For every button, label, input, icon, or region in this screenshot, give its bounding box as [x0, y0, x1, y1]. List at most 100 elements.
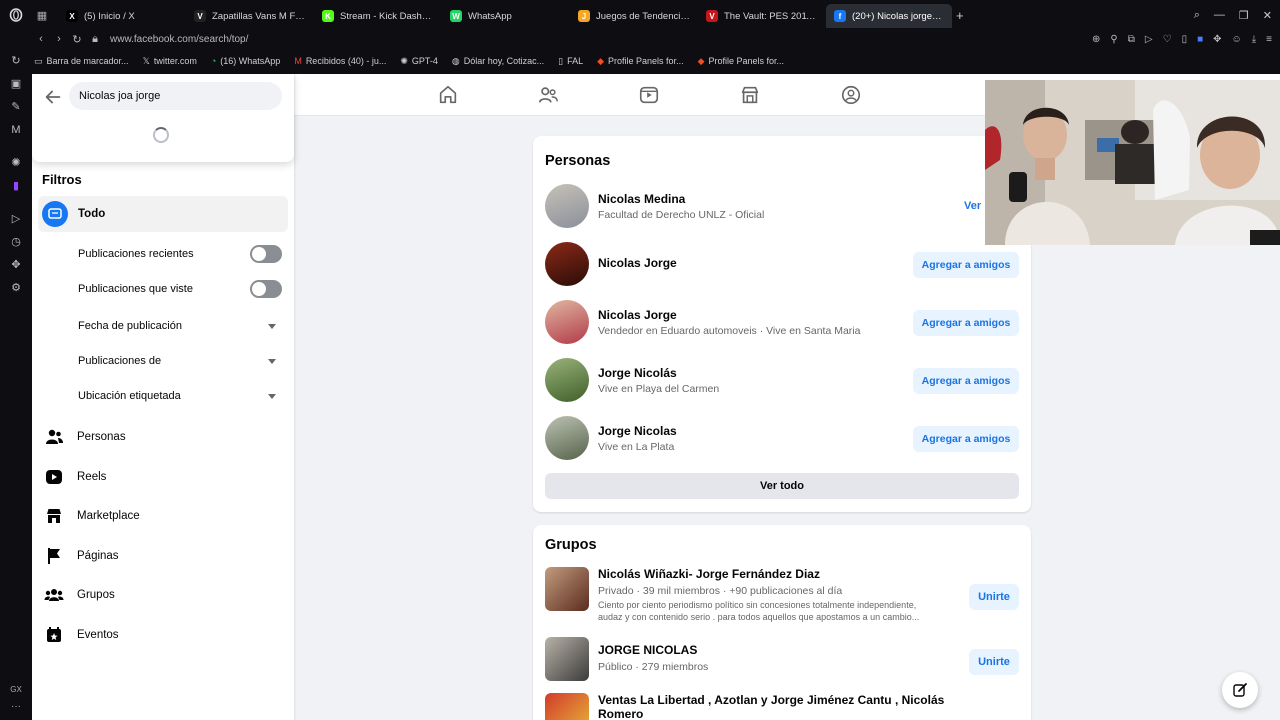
person-name[interactable]: Nicolas Jorge — [598, 308, 677, 322]
category-reels[interactable]: Reels — [44, 463, 284, 491]
person-name[interactable]: Jorge Nicolas — [598, 424, 677, 438]
person-result[interactable]: Nicolas Medina Facultad de Derecho UNLZ -… — [545, 184, 1019, 232]
watch-icon[interactable] — [638, 84, 660, 106]
group-name[interactable]: Nicolás Wiñazki- Jorge Fernández Diaz — [598, 567, 958, 581]
dropdown-posts-from[interactable]: Publicaciones de — [78, 350, 282, 372]
url-field[interactable]: www.facebook.com/search/top/ — [110, 34, 248, 45]
category-people[interactable]: Personas — [44, 423, 284, 451]
dropdown-date[interactable]: Fecha de publicación — [78, 315, 282, 337]
group-thumbnail[interactable] — [545, 637, 589, 681]
settings-icon[interactable]: ⚙ — [9, 281, 23, 295]
browser-tab[interactable]: f (20+) Nicolas jorge - Resu — [826, 4, 952, 28]
clock-icon[interactable]: ◷ — [9, 235, 23, 249]
opera-gx-logo-icon[interactable] — [0, 0, 32, 30]
bookmark-item[interactable]: ◆ Profile Panels for... — [698, 56, 784, 67]
add-friend-button[interactable]: Agregar a amigos — [913, 426, 1019, 452]
join-group-button[interactable]: Unirte — [969, 584, 1019, 610]
toggle-seen-posts[interactable]: Publicaciones que viste — [78, 278, 282, 300]
minimize-icon[interactable]: — — [1214, 9, 1225, 21]
gmail-rail-icon[interactable]: M — [9, 123, 23, 137]
join-group-button[interactable]: Unirte — [969, 649, 1019, 675]
bookmark-item[interactable]: M Recibidos (40) - ju... — [294, 56, 386, 66]
browser-tab[interactable]: V Zapatillas Vans M FILMOR — [186, 4, 314, 28]
see-all-button[interactable]: Ver todo — [545, 473, 1019, 499]
avatar[interactable] — [545, 184, 589, 228]
group-thumbnail[interactable] — [545, 567, 589, 611]
bookmark-item[interactable]: ▭ Barra de marcador... — [34, 56, 129, 67]
bookmark-item[interactable]: ◍ Dólar hoy, Cotizac... — [452, 56, 544, 67]
dropdown-tagged-location[interactable]: Ubicación etiquetada — [78, 385, 282, 407]
person-result[interactable]: Jorge Nicolás Vive en Playa del Carmen Agr… — [545, 358, 1019, 406]
battery-icon[interactable]: ▯ — [1182, 34, 1188, 45]
new-tab-button[interactable]: + — [956, 8, 964, 23]
category-pages[interactable]: Páginas — [44, 542, 284, 570]
add-friend-button[interactable]: Agregar a amigos — [913, 310, 1019, 336]
search-tabs-icon[interactable]: ⌕ — [1194, 9, 1200, 22]
person-result[interactable]: Jorge Nicolas Vive en La Plata Agregar a a… — [545, 416, 1019, 464]
group-result[interactable]: Nicolás Wiñazki- Jorge Fernández Diaz Pri… — [545, 567, 1019, 627]
play-icon[interactable]: ▷ — [1145, 34, 1153, 45]
browser-tab[interactable]: K Stream - Kick Dashboard — [314, 4, 442, 28]
extensions-rail-icon[interactable]: ✥ — [9, 258, 23, 272]
toggle-recent-posts[interactable]: Publicaciones recientes — [78, 243, 282, 265]
browser-tab[interactable]: J Juegos de Tendencia Pop — [570, 4, 698, 28]
category-groups[interactable]: Grupos — [44, 581, 284, 609]
snapshot-icon[interactable]: ⧉ — [1128, 34, 1135, 45]
person-name[interactable]: Nicolas Jorge — [598, 256, 677, 270]
toggle-switch[interactable] — [250, 245, 282, 263]
search-input[interactable]: Nicolas joa jorge — [69, 82, 282, 110]
history-icon[interactable]: ↻ — [9, 54, 23, 68]
person-name[interactable]: Nicolas Medina — [598, 192, 685, 206]
profile-avatar[interactable]: ☺ — [1232, 34, 1242, 45]
bookmark-item[interactable]: 𝕏twitter.com — [143, 56, 197, 67]
extension-blue-icon[interactable]: ■ — [1197, 34, 1203, 45]
home-icon[interactable] — [437, 84, 459, 106]
puzzle-icon[interactable]: ✥ — [1213, 34, 1221, 45]
restore-icon[interactable]: ❐ — [1239, 9, 1249, 22]
bookmark-item[interactable]: ▯ FAL — [558, 56, 583, 67]
person-result[interactable]: Nicolas Jorge Vendedor en Eduardo automov… — [545, 300, 1019, 348]
bookmark-item[interactable]: ◆ Profile Panels for... — [597, 56, 683, 67]
browser-tab[interactable]: X (5) Inicio / X — [58, 4, 186, 28]
person-name[interactable]: Jorge Nicolás — [598, 366, 677, 380]
back-arrow-icon[interactable] — [42, 86, 64, 108]
browser-tab[interactable]: W WhatsApp — [442, 4, 570, 28]
avatar[interactable] — [545, 242, 589, 286]
download-icon[interactable]: ⤓ — [1252, 34, 1256, 45]
forward-icon[interactable]: › — [50, 33, 68, 45]
add-friend-button[interactable]: Agregar a amigos — [913, 252, 1019, 278]
gaming-icon[interactable] — [840, 84, 862, 106]
browser-tab[interactable]: V The Vault: PES 2011: Pro E — [698, 4, 826, 28]
twitch-icon[interactable]: ▮ — [9, 179, 23, 193]
marketplace-icon[interactable] — [739, 84, 761, 106]
group-thumbnail[interactable] — [545, 693, 589, 720]
group-name[interactable]: Ventas La Libertad , Azotlan y Jorge Jim… — [598, 693, 958, 720]
avatar[interactable] — [545, 358, 589, 402]
chatgpt-rail-icon[interactable]: ✺ — [9, 156, 23, 170]
pin-icon[interactable]: ⚲ — [1110, 34, 1117, 45]
add-friend-button[interactable]: Agregar a amigos — [913, 368, 1019, 394]
person-result[interactable]: Nicolas Jorge Agregar a amigos — [545, 242, 1019, 290]
reload-icon[interactable]: ↻ — [68, 33, 86, 46]
avatar[interactable] — [545, 416, 589, 460]
toggle-switch[interactable] — [250, 280, 282, 298]
heart-icon[interactable]: ♡ — [1163, 34, 1172, 45]
group-result[interactable]: Ventas La Libertad , Azotlan y Jorge Jim… — [545, 693, 1019, 720]
pen-icon[interactable]: ✎ — [9, 100, 23, 114]
new-message-button[interactable] — [1222, 672, 1258, 708]
avatar[interactable] — [545, 300, 589, 344]
bookmark-item[interactable]: ◔ (16) WhatsApp — [211, 56, 280, 66]
group-result[interactable]: JORGE NICOLAS Público · 279 miembros Unirt… — [545, 637, 1019, 697]
close-window-icon[interactable]: ✕ — [1263, 9, 1272, 22]
gx-control-icon[interactable]: ▣ — [9, 77, 23, 91]
category-events[interactable]: Eventos — [44, 621, 284, 649]
tab-grid-icon[interactable]: ▦ — [32, 9, 52, 22]
back-icon[interactable]: ‹ — [32, 33, 50, 45]
player-icon[interactable]: ▷ — [9, 212, 23, 226]
group-name[interactable]: JORGE NICOLAS — [598, 643, 958, 657]
bookmark-item[interactable]: ✺ GPT-4 — [400, 56, 438, 67]
zoom-icon[interactable]: ⊕ — [1092, 34, 1100, 45]
more-icon[interactable]: ··· — [0, 701, 32, 712]
menu-icon[interactable]: ≡ — [1266, 34, 1272, 45]
category-marketplace[interactable]: Marketplace — [44, 502, 284, 530]
